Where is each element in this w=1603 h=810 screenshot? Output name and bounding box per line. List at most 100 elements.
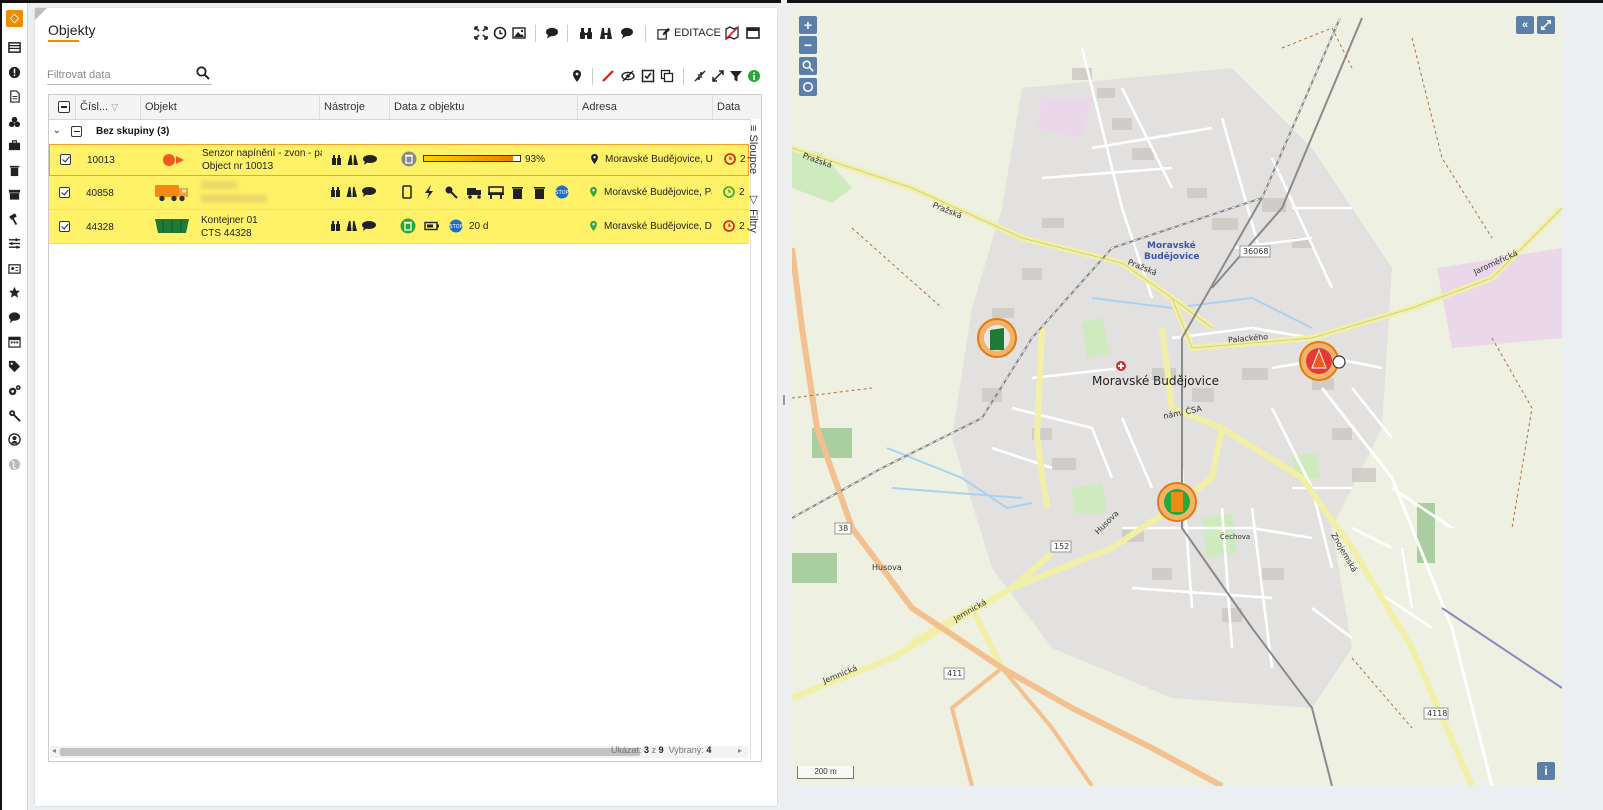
app-logo[interactable] [6,10,23,27]
document-icon[interactable] [2,86,27,106]
clock-ok-icon [723,186,735,201]
toolbar-separator [645,25,646,42]
column-header-tools[interactable]: Nástroje [319,95,389,119]
table-row[interactable]: 44328 Kontejner 01 CTS 44328 STOP 20 d M… [49,210,749,244]
zoom-in-button[interactable]: + [799,16,817,34]
table-row[interactable]: 10013 Senzor napínění - zvon - papír Obj… [49,144,749,176]
collapse-map-button[interactable]: « [1516,16,1534,34]
comment-icon[interactable] [545,25,559,41]
row-tools[interactable] [332,154,382,168]
map-search-button[interactable] [799,57,817,75]
grid-side-tabs: ≡ Sloupce ▽ Filtry [747,119,761,759]
grid-footer: Ukázat: 3 z 9 Vybraný: 4 [611,745,711,755]
row-number: 10013 [87,155,115,166]
expand-icon[interactable] [711,68,725,84]
key-icon[interactable] [2,405,27,425]
search-icon[interactable] [196,66,210,85]
group-checkbox[interactable] [71,126,82,137]
row-tools[interactable] [331,220,381,234]
binoculars-icon[interactable] [579,25,593,41]
group-row[interactable]: ⌄ Bez skupiny (3) [49,120,749,142]
window-icon[interactable] [746,25,760,41]
blurred-sub [201,195,267,202]
column-header-address[interactable]: Adresa [577,95,712,119]
group-label: Bez skupiny (3) [96,126,170,137]
objects-grid: Čísl... ▽ Objekt Nástroje Data z objektu… [48,94,762,762]
map-view[interactable]: Moravské Budějovice Moravské Budějovice … [792,8,1562,786]
row-checkbox[interactable] [60,154,71,165]
list-icon[interactable] [2,37,27,57]
edit-icon [657,27,670,40]
chevron-down-icon[interactable]: ⌄ [53,125,61,136]
column-header-data[interactable]: Data [712,95,757,119]
archive-icon[interactable] [2,184,27,204]
fill-level-value: 93% [525,154,546,165]
hammer-icon[interactable] [2,209,27,229]
sliders-icon[interactable] [2,233,27,253]
star-icon[interactable] [2,282,27,302]
fill-level-bar [423,155,521,162]
column-header-number[interactable]: Čísl... ▽ [75,95,144,119]
split-divider[interactable] [781,0,787,810]
row-tools[interactable] [331,186,381,200]
fill-level-fill [424,156,514,161]
map-label-husova: Husova [872,563,902,572]
row-checkbox[interactable] [59,187,70,198]
map-circle-button[interactable] [799,78,817,96]
draw-line-icon[interactable] [601,68,615,84]
id-card-icon[interactable] [2,258,27,278]
toolbar-separator [592,68,593,85]
scrollbar-thumb[interactable] [60,748,640,756]
vehicles-icon[interactable] [2,111,27,131]
object-data-icons: STOP [401,184,581,200]
message-icon[interactable] [620,25,634,41]
map-off-icon[interactable] [725,25,739,41]
info-green-icon[interactable] [747,68,761,84]
fullscreen-icon[interactable] [474,25,488,41]
table-row[interactable]: 40858 STOP Moravské Budějovice, Pal 2 [49,176,749,210]
scroll-right-icon[interactable]: ▸ [738,746,742,755]
object-name: Kontejner 01 [201,215,258,226]
alarm-clock-icon [723,220,735,235]
road-shield-36068: 36068 [1243,247,1269,256]
expand-map-button[interactable] [1537,16,1555,34]
column-header-object[interactable]: Objekt [140,95,323,119]
globe-icon[interactable] [2,454,27,474]
road-shield-152: 152 [1054,542,1070,551]
scroll-left-icon[interactable]: ◂ [52,746,56,755]
checkbox-icon[interactable] [641,68,655,84]
copy-icon[interactable] [660,68,674,84]
clock-icon[interactable] [493,25,507,41]
image-icon[interactable] [512,25,526,41]
calendar-icon[interactable] [2,331,27,351]
visibility-icon[interactable] [621,68,635,84]
map-label-town-1: Moravské [1147,241,1196,251]
sort-filter-icon[interactable]: ▽ [111,102,118,112]
row-checkbox[interactable] [59,221,70,232]
collapse-icon[interactable] [693,68,707,84]
select-all-checkbox[interactable] [58,101,70,113]
filter-icon[interactable] [729,68,743,84]
tags-icon[interactable] [2,356,27,376]
gears-icon[interactable] [2,380,27,400]
chat-icon[interactable] [2,307,27,327]
map-info-button[interactable]: i [1537,762,1555,780]
zoom-out-button[interactable]: − [799,36,817,54]
location-pin-icon [589,220,598,235]
object-sub: CTS 44328 [201,228,252,239]
location-pin-icon[interactable] [570,68,584,84]
tab-columns[interactable]: ≡ Sloupce [747,125,759,174]
filter-input[interactable] [47,65,212,85]
info-icon[interactable] [2,62,27,82]
column-header-object-data[interactable]: Data z objektu [389,95,577,119]
user-icon[interactable] [2,429,27,449]
trash-icon[interactable] [2,160,27,180]
briefcase-icon[interactable] [2,135,27,155]
edit-button[interactable]: EDITACE [657,25,721,41]
location-pin-icon [590,153,599,168]
tab-filters[interactable]: ▽ Filtry [747,193,760,233]
map-canvas[interactable] [792,8,1562,786]
container-status-icons: STOP [400,218,468,234]
binoculars-alt-icon[interactable] [599,25,613,41]
app-sidebar [2,3,28,810]
